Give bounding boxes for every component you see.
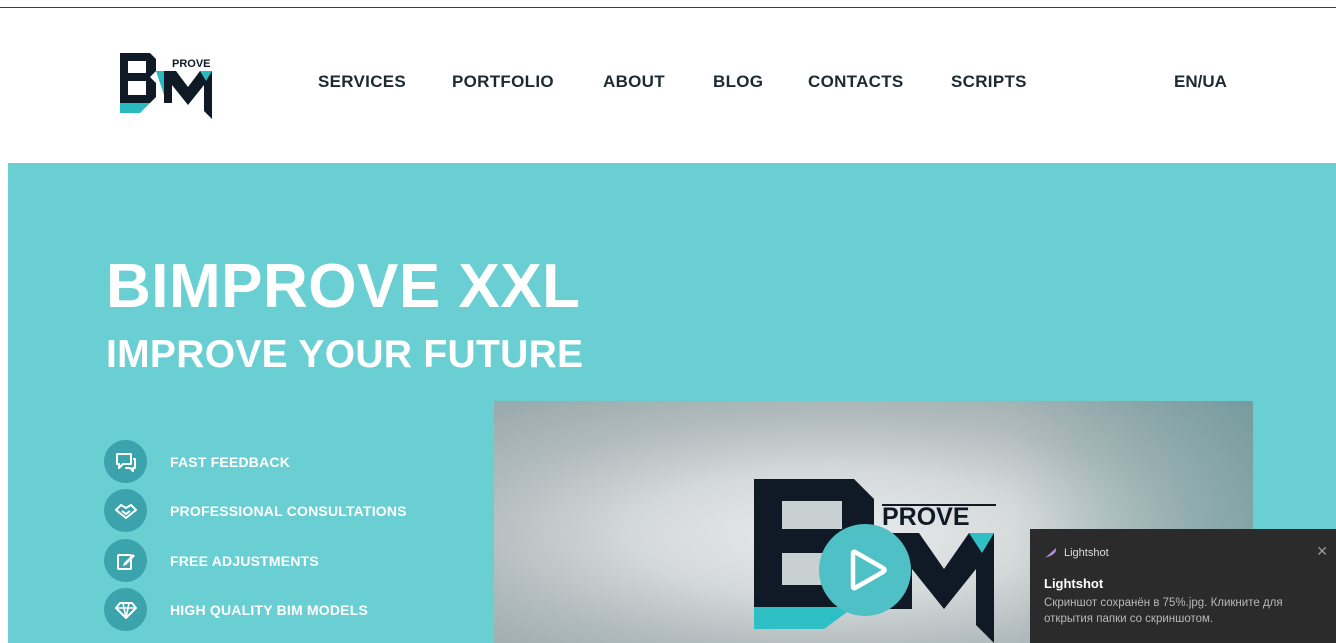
handshake-icon xyxy=(104,489,147,532)
lightshot-notification[interactable]: Lightshot ✕ Lightshot Скриншот сохранён … xyxy=(1030,529,1336,643)
feature-item: PROFESSIONAL CONSULTATIONS xyxy=(104,489,444,532)
toast-title: Lightshot xyxy=(1044,576,1104,591)
feature-label: PROFESSIONAL CONSULTATIONS xyxy=(170,503,407,519)
hero-subtitle: IMPROVE YOUR FUTURE xyxy=(106,333,584,376)
site-header: PROVE SERVICES PORTFOLIO ABOUT BLOG CONT… xyxy=(0,9,1336,163)
feature-item: FAST FEEDBACK xyxy=(104,440,444,483)
feather-icon xyxy=(1045,548,1057,558)
play-button[interactable] xyxy=(819,524,911,616)
feature-item: HIGH QUALITY BIM MODELS xyxy=(104,588,444,631)
edit-icon xyxy=(104,539,147,582)
close-icon[interactable]: ✕ xyxy=(1316,543,1328,560)
nav-contacts[interactable]: CONTACTS xyxy=(808,72,904,92)
video-logo-word: PROVE xyxy=(882,503,970,531)
nav-blog[interactable]: BLOG xyxy=(713,72,763,92)
feature-item: FREE ADJUSTMENTS xyxy=(104,539,444,582)
logo-word: PROVE xyxy=(172,58,211,70)
nav-services[interactable]: SERVICES xyxy=(318,72,406,92)
toast-app-name: Lightshot xyxy=(1064,547,1109,559)
nav-about[interactable]: ABOUT xyxy=(603,72,665,92)
feature-label: FAST FEEDBACK xyxy=(170,454,291,470)
hero-title: BIMPROVE XXL xyxy=(106,252,581,321)
play-icon xyxy=(850,549,887,591)
nav-scripts[interactable]: SCRIPTS xyxy=(951,72,1027,92)
feature-label: FREE ADJUSTMENTS xyxy=(170,553,319,569)
feature-label: HIGH QUALITY BIM MODELS xyxy=(170,602,369,618)
toast-message: Скриншот сохранён в 75%.jpg. Кликните дл… xyxy=(1044,597,1283,625)
nav-portfolio[interactable]: PORTFOLIO xyxy=(452,72,554,92)
toast-header: Lightshot xyxy=(1044,545,1109,561)
diamond-icon xyxy=(104,588,147,631)
language-switcher[interactable]: EN/UA xyxy=(1174,72,1227,92)
chat-icon xyxy=(104,440,147,483)
bimprove-logo[interactable]: PROVE xyxy=(116,51,222,121)
top-border xyxy=(0,0,1336,8)
